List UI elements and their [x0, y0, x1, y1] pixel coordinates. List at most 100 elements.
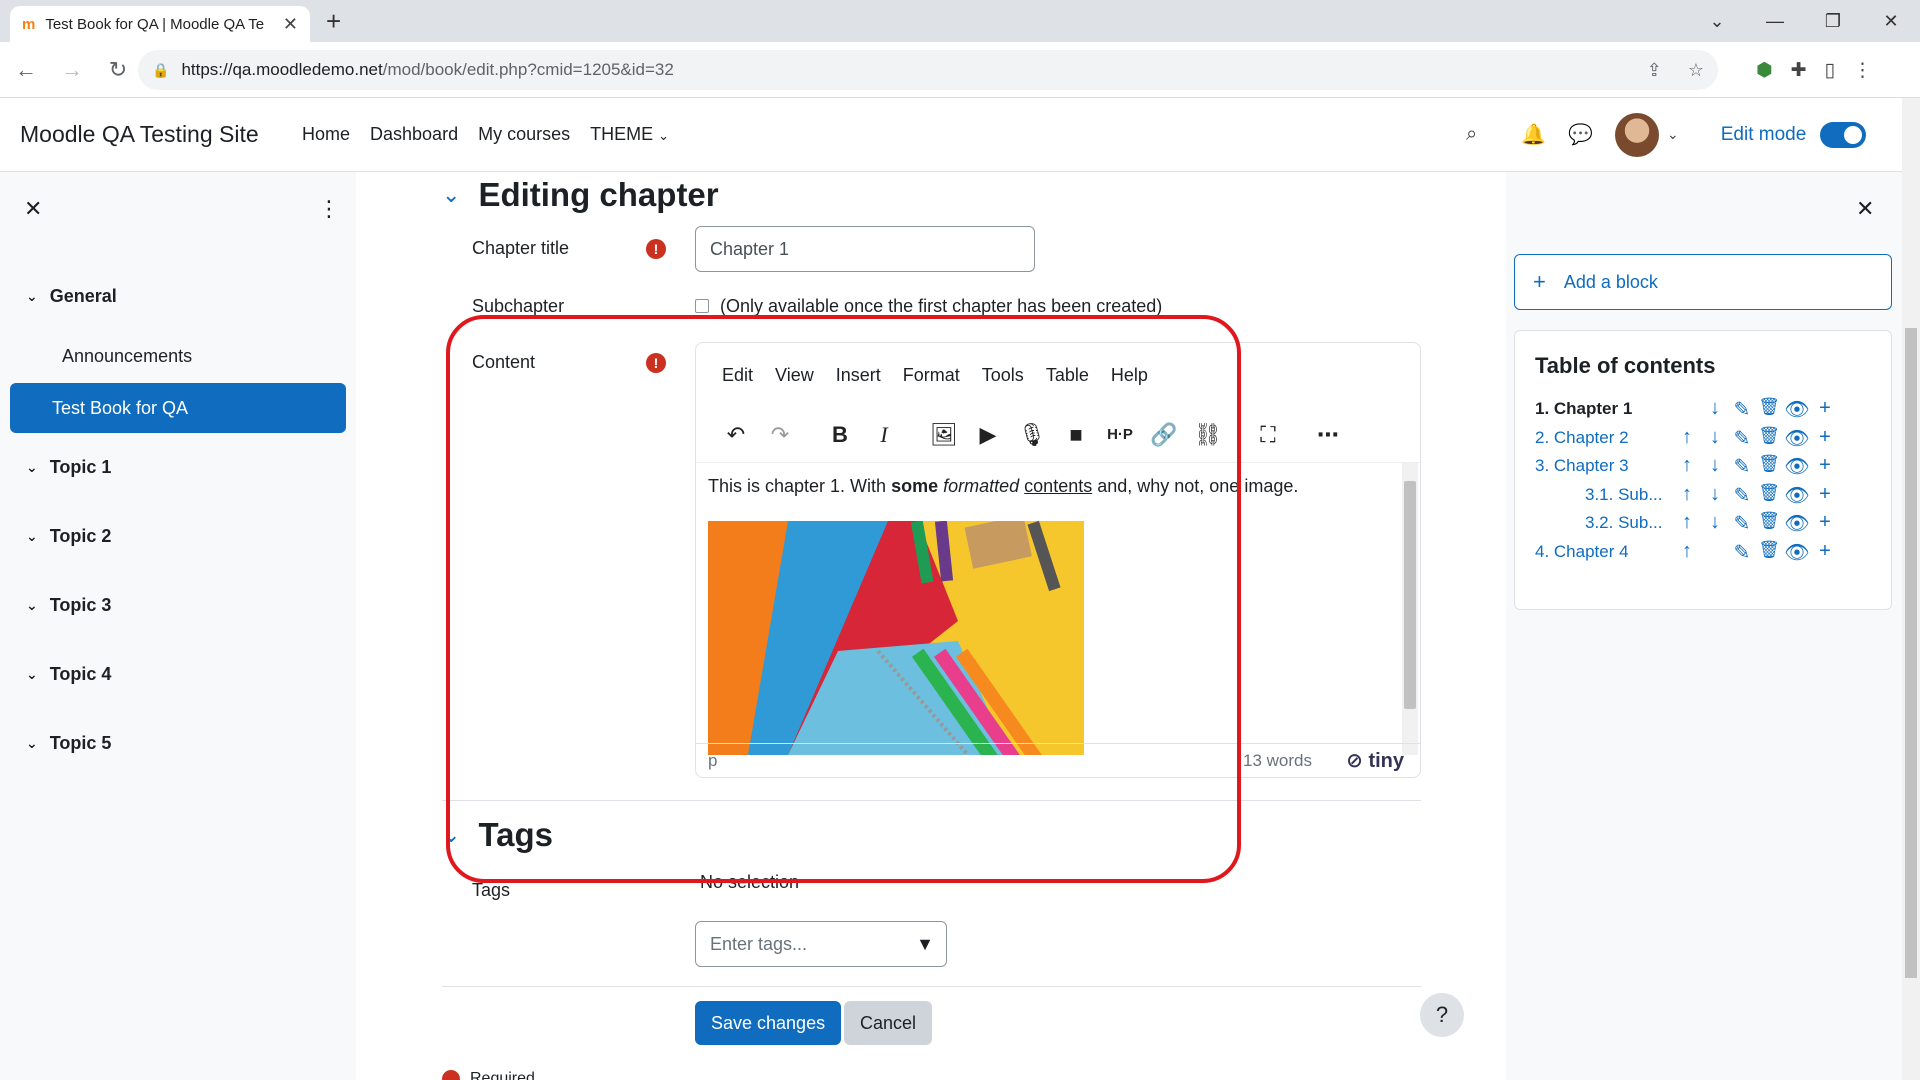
move-down-icon[interactable]: ↓: [1701, 426, 1729, 449]
site-name[interactable]: Moodle QA Testing Site: [20, 121, 259, 148]
content-image[interactable]: [708, 521, 1084, 755]
fullscreen-icon[interactable]: ⛶: [1246, 413, 1290, 457]
window-close-icon[interactable]: ✕: [1862, 0, 1920, 42]
add-chapter-icon[interactable]: +: [1811, 426, 1839, 449]
redo-icon[interactable]: ↷: [758, 413, 802, 457]
word-count[interactable]: 13 words: [1243, 751, 1312, 771]
edit-mode-toggle[interactable]: [1820, 121, 1867, 148]
chevron-down-icon[interactable]: ⌄: [442, 182, 460, 208]
move-up-icon[interactable]: ↑: [1673, 540, 1701, 563]
tiny-logo[interactable]: ⊘ tiny: [1346, 748, 1404, 773]
add-chapter-icon[interactable]: +: [1811, 397, 1839, 420]
edit-pencil-icon[interactable]: ✎: [1728, 483, 1756, 508]
cancel-button[interactable]: Cancel: [844, 1001, 933, 1045]
extensions-puzzle-icon[interactable]: ✚: [1791, 59, 1807, 82]
chapter-title-input[interactable]: Chapter 1: [695, 226, 1035, 272]
close-block-drawer-icon[interactable]: ✕: [1856, 196, 1874, 222]
link-icon[interactable]: 🔗: [1142, 413, 1186, 457]
move-up-icon[interactable]: ↑: [1673, 511, 1701, 534]
delete-trash-icon[interactable]: 🗑: [1755, 540, 1783, 560]
add-chapter-icon[interactable]: +: [1811, 540, 1839, 563]
visibility-eye-icon[interactable]: 👁: [1783, 454, 1811, 479]
add-chapter-icon[interactable]: +: [1811, 454, 1839, 477]
more-options-icon[interactable]: ⋮: [318, 196, 340, 222]
page-scrollbar[interactable]: [1902, 98, 1920, 1080]
dropdown-arrow-icon[interactable]: ▼: [916, 934, 934, 955]
side-panel-icon[interactable]: ▯: [1825, 59, 1835, 82]
bookmark-star-icon[interactable]: ☆: [1688, 60, 1704, 81]
nav-my-courses[interactable]: My courses: [478, 124, 570, 145]
back-icon[interactable]: ←: [6, 50, 46, 90]
menu-tools[interactable]: Tools: [982, 365, 1024, 386]
tab-close-icon[interactable]: ✕: [283, 14, 298, 35]
h5p-icon[interactable]: H·P: [1098, 413, 1142, 457]
delete-trash-icon[interactable]: 🗑: [1755, 511, 1783, 531]
subchapter-checkbox[interactable]: [695, 299, 709, 313]
course-section-topic-4[interactable]: ⌄ Topic 4: [0, 640, 356, 709]
toc-chapter-link[interactable]: 3.1. Sub...: [1585, 485, 1663, 505]
add-chapter-icon[interactable]: +: [1811, 483, 1839, 506]
visibility-eye-icon[interactable]: 👁: [1783, 483, 1811, 508]
close-drawer-icon[interactable]: ✕: [24, 196, 42, 222]
record-audio-icon[interactable]: 🎙: [1010, 413, 1054, 457]
element-path[interactable]: p: [708, 751, 717, 771]
course-item-test-book[interactable]: Test Book for QA: [10, 383, 346, 433]
more-tools-icon[interactable]: ⋯: [1306, 413, 1350, 457]
tags-header[interactable]: ⌄ Tags: [442, 816, 553, 854]
toc-chapter-link[interactable]: 3.2. Sub...: [1585, 513, 1663, 533]
record-video-icon[interactable]: ■: [1054, 413, 1098, 457]
editor-content-area[interactable]: This is chapter 1. With some formatted c…: [696, 463, 1420, 755]
user-menu-chevron-icon[interactable]: ⌄: [1667, 126, 1679, 143]
lock-icon[interactable]: 🔒: [152, 62, 169, 79]
toc-chapter-link[interactable]: 4. Chapter 4: [1535, 542, 1629, 562]
edit-pencil-icon[interactable]: ✎: [1728, 397, 1756, 422]
unlink-icon[interactable]: ⛓: [1186, 413, 1230, 457]
move-up-icon[interactable]: ↑: [1673, 483, 1701, 506]
move-down-icon[interactable]: ↓: [1701, 397, 1729, 420]
chevron-down-icon[interactable]: ⌄: [26, 597, 38, 614]
menu-help[interactable]: Help: [1111, 365, 1148, 386]
chevron-down-icon[interactable]: ⌄: [26, 288, 38, 305]
add-block-button[interactable]: + Add a block: [1514, 254, 1892, 310]
edit-pencil-icon[interactable]: ✎: [1728, 540, 1756, 565]
delete-trash-icon[interactable]: 🗑: [1755, 483, 1783, 503]
tab-search-icon[interactable]: ⌄: [1688, 0, 1746, 42]
toc-chapter-link[interactable]: 2. Chapter 2: [1535, 428, 1629, 448]
delete-trash-icon[interactable]: 🗑: [1755, 397, 1783, 417]
tags-input[interactable]: Enter tags... ▼: [695, 921, 947, 967]
new-tab-icon[interactable]: +: [326, 6, 341, 37]
bold-icon[interactable]: B: [818, 413, 862, 457]
course-section-topic-3[interactable]: ⌄ Topic 3: [0, 571, 356, 640]
messages-icon[interactable]: 💬: [1568, 122, 1593, 147]
course-section-topic-1[interactable]: ⌄ Topic 1: [0, 433, 356, 502]
menu-format[interactable]: Format: [903, 365, 960, 386]
minimize-icon[interactable]: —: [1746, 0, 1804, 42]
chevron-down-icon[interactable]: ⌄: [442, 822, 460, 848]
edit-pencil-icon[interactable]: ✎: [1728, 511, 1756, 536]
nav-dashboard[interactable]: Dashboard: [370, 124, 458, 145]
move-down-icon[interactable]: ↓: [1701, 511, 1729, 534]
share-icon[interactable]: ⇪: [1647, 60, 1662, 81]
add-chapter-icon[interactable]: +: [1811, 511, 1839, 534]
extension-shield-icon[interactable]: ⬢: [1756, 59, 1773, 82]
move-up-icon[interactable]: ↑: [1673, 454, 1701, 477]
nav-home[interactable]: Home: [302, 124, 350, 145]
menu-table[interactable]: Table: [1046, 365, 1089, 386]
user-avatar[interactable]: [1615, 112, 1660, 157]
menu-insert[interactable]: Insert: [836, 365, 881, 386]
course-item-announcements[interactable]: Announcements: [10, 331, 346, 381]
image-icon[interactable]: 🖼: [922, 413, 966, 457]
chevron-down-icon[interactable]: ⌄: [26, 666, 38, 683]
move-up-icon[interactable]: ↑: [1673, 426, 1701, 449]
toc-chapter-link[interactable]: 3. Chapter 3: [1535, 456, 1629, 476]
address-bar[interactable]: 🔒 https://qa.moodledemo.net/mod/book/edi…: [138, 50, 1718, 90]
visibility-eye-icon[interactable]: 👁: [1783, 511, 1811, 536]
nav-theme[interactable]: THEME ⌄: [590, 124, 669, 145]
visibility-eye-icon[interactable]: 👁: [1783, 426, 1811, 451]
delete-trash-icon[interactable]: 🗑: [1755, 426, 1783, 446]
chevron-down-icon[interactable]: ⌄: [26, 528, 38, 545]
course-section-topic-5[interactable]: ⌄ Topic 5: [0, 709, 356, 778]
media-icon[interactable]: ▶: [966, 413, 1010, 457]
undo-icon[interactable]: ↶: [714, 413, 758, 457]
chevron-down-icon[interactable]: ⌄: [26, 735, 38, 752]
